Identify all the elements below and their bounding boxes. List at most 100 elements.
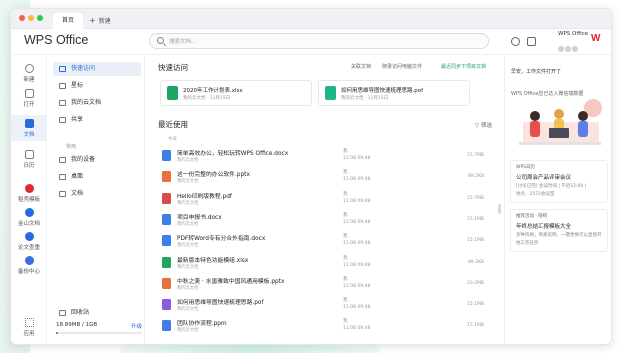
sidebar-item-shared[interactable]: 共享 (53, 113, 141, 127)
nav-apps[interactable]: 应用 (11, 318, 47, 337)
wps-logo-icon: W (591, 33, 601, 44)
file-size: 20.2MB (467, 280, 484, 286)
calendar-card-title: 公司周会产品评审会议 (516, 175, 572, 181)
sidebar-item-starred[interactable]: 星标 (53, 79, 141, 93)
sidebar-item-my-device[interactable]: 我的设备 (53, 153, 141, 167)
file-location: 我的云文档 (177, 158, 199, 163)
promo-card[interactable]: 推荐活动 · 限购 年终总结汇报模板大全 多种风格，简易说明，一键更换可以直接开… (510, 209, 608, 252)
file-owner: 我 (343, 170, 348, 176)
main-content: 快速访问 关联文档 随录访问电脑文件 最近同步下项目文档 2020年工作计划表.… (146, 56, 496, 344)
file-row[interactable]: 如何用思维导图快速梳理思路.pof 我的云文档 我 11:08 09:48 15.1MB (162, 295, 492, 316)
promo-card-line: 多种风格，简易说明，一键更换可以直接开 (516, 233, 602, 238)
close-window-button[interactable] (19, 15, 25, 21)
search-placeholder: 搜索文档... (169, 39, 197, 45)
sidebar-item-quick-access[interactable]: 快速访问 (53, 62, 141, 76)
file-size: 15.1MB (467, 302, 484, 308)
file-location: 我的云文档 (177, 285, 199, 291)
access-pc-files-button[interactable]: 随录访问电脑文件 (382, 63, 422, 70)
sidebar-section-label: 常用 (66, 144, 77, 150)
filter-button[interactable]: ▽ 筛选 (475, 121, 492, 129)
upgrade-link[interactable]: 升级 (131, 322, 142, 330)
sidebar-item-label: 快速访问 (71, 65, 96, 72)
plus-icon: + (89, 16, 96, 25)
nav-backup[interactable]: 备份中心 (11, 256, 47, 275)
file-row[interactable]: PDF转Word专有分合外指南.docx 我的云文档 我 11:08 09:48 15.… (162, 231, 492, 252)
file-row[interactable]: 中秋之美 · 水墨雅致中国风通用模板.pptx 我的云文档 我 11:08 09:48… (162, 274, 492, 295)
file-time: 11:08 09:48 (343, 241, 371, 247)
file-name: 中秋之美 · 水墨雅致中国风通用模板.pptx (177, 278, 285, 285)
folder-icon (59, 191, 66, 197)
tab-home[interactable]: 首页 (53, 13, 83, 29)
recent-title: 最近使用 (158, 120, 188, 129)
file-row[interactable]: 最新版本特色功能模组.xlsx 我的云文档 我 11:08 09:48 89.2KB (162, 253, 492, 274)
calendar-card-line: [讨论已完] 会议时间 | 午后12:00 | (516, 184, 587, 189)
sidebar-item-cloud-docs[interactable]: 我的云文档 (53, 96, 141, 110)
nav-open[interactable]: 打开 (11, 89, 47, 108)
nav-calendar[interactable]: 日历 (11, 150, 47, 169)
mindmap-file-icon (325, 86, 336, 100)
file-name: PDF转Word专有分合外指南.docx (177, 236, 266, 243)
nav-calendar-label: 日历 (23, 163, 35, 169)
file-time: 11:08 09:48 (343, 198, 371, 204)
sidebar: 快速访问 星标 我的云文档 共享 常用 我的设备 桌面 文档 回收站 18.89… (48, 56, 145, 344)
tab-new[interactable]: + 新建 (89, 13, 111, 29)
sidebar-item-trash[interactable]: 回收站 (53, 306, 141, 320)
file-type-icon (162, 299, 171, 311)
nav-docer[interactable]: 稻壳模板 (11, 184, 47, 203)
clock-icon (59, 66, 66, 72)
greeting-label: 早安，工作文件打开了 (511, 69, 562, 75)
quick-access-card[interactable]: 2020年工作计划表.xlsx 我的云文档 · 11月15日 (160, 80, 312, 106)
search-input[interactable]: 搜索文档... (149, 33, 489, 49)
file-type-icon (162, 277, 171, 289)
file-name: 简单高效办公，轻松玩转WPS Office.docx (177, 151, 289, 157)
file-row[interactable]: 团队协作流程.ppm 我的云文档 我 11:08 09:48 15.1MB (162, 316, 492, 337)
file-row[interactable]: 项目申报书.docx 我的云文档 我 11:08 09:48 15.1MB (162, 210, 492, 231)
nav-documents[interactable]: 文档 (11, 115, 47, 141)
scrollbar-thumb[interactable] (498, 204, 501, 214)
sidebar-item-documents[interactable]: 文档 (53, 187, 141, 201)
settings-icon[interactable] (527, 37, 536, 46)
maximize-window-button[interactable] (37, 15, 43, 21)
docer-template-icon (24, 184, 34, 193)
file-row[interactable]: 这一份完整的办公软件.pptx 我的云文档 我 11:08 09:48 89.2KB (162, 167, 492, 188)
file-row[interactable]: 简单高效办公，轻松玩转WPS Office.docx 我的云文档 我 11:08 09… (162, 146, 492, 167)
sync-icon[interactable] (511, 37, 520, 46)
file-owner: 我 (343, 255, 348, 261)
nav-docer-label: 稻壳模板 (17, 197, 40, 203)
link-docs-button[interactable]: 关联文档 (351, 63, 371, 70)
file-location: 我的云文档 (177, 307, 199, 313)
quick-access-title: 快速访问 (158, 63, 188, 72)
sidebar-item-desktop[interactable]: 桌面 (53, 170, 141, 184)
sidebar-item-label: 星标 (71, 82, 84, 89)
file-location: 我的云文档 (177, 179, 199, 185)
account-area[interactable]: WPS Office (558, 31, 588, 56)
kdocs-icon (24, 208, 34, 217)
calendar-card-location: 地点：2572会议室 (516, 192, 555, 197)
sidebar-item-label: 桌面 (71, 173, 84, 180)
wps-window: 首页 + 新建 WPS Office 搜索文档... WPS Office W 新… (10, 8, 612, 345)
document-icon (24, 119, 34, 128)
file-type-icon (162, 171, 171, 183)
nav-new[interactable]: 新建 (11, 64, 47, 83)
file-owner: 我 (343, 212, 348, 218)
share-icon (59, 117, 66, 123)
icon-nav: 新建 打开 文档 日历 稻壳模板 金山文档 论文查重 备份中心 应用 (11, 56, 47, 344)
nav-paper-check[interactable]: 论文查重 (11, 232, 47, 251)
file-row[interactable]: Hello印刷版教程.pdf 我的云文档 我 11:08 09:48 15.7MB (162, 189, 492, 210)
calendar-card[interactable]: WPS日历 公司周会产品评审会议 [讨论已完] 会议时间 | 午后12:00 |… (510, 160, 608, 203)
storage-bar (56, 332, 142, 334)
quick-access-card[interactable]: 如何用思维导图快速梳理思路.pof 我的云文档 · 11月15日 (318, 80, 470, 106)
file-name: 如何用思维导图快速梳理思路.pof (341, 88, 424, 94)
sync-project-docs-button[interactable]: 最近同步下项目文档 (441, 63, 486, 70)
file-size: 15.1MB (467, 238, 484, 244)
list-group-today: 今天 (168, 137, 177, 142)
nav-kdocs[interactable]: 金山文档 (11, 208, 47, 227)
file-location: 我的云文档 (177, 200, 199, 206)
file-type-icon (162, 320, 171, 332)
file-time: 11:08 09:48 (343, 177, 371, 183)
file-size: 15.1MB (467, 323, 484, 329)
minimize-window-button[interactable] (28, 15, 34, 21)
file-location: 我的云文档 (177, 264, 199, 270)
storage-usage: 18.89MB / 1GB 升级 (56, 322, 142, 334)
file-size: 89.2KB (467, 174, 484, 180)
